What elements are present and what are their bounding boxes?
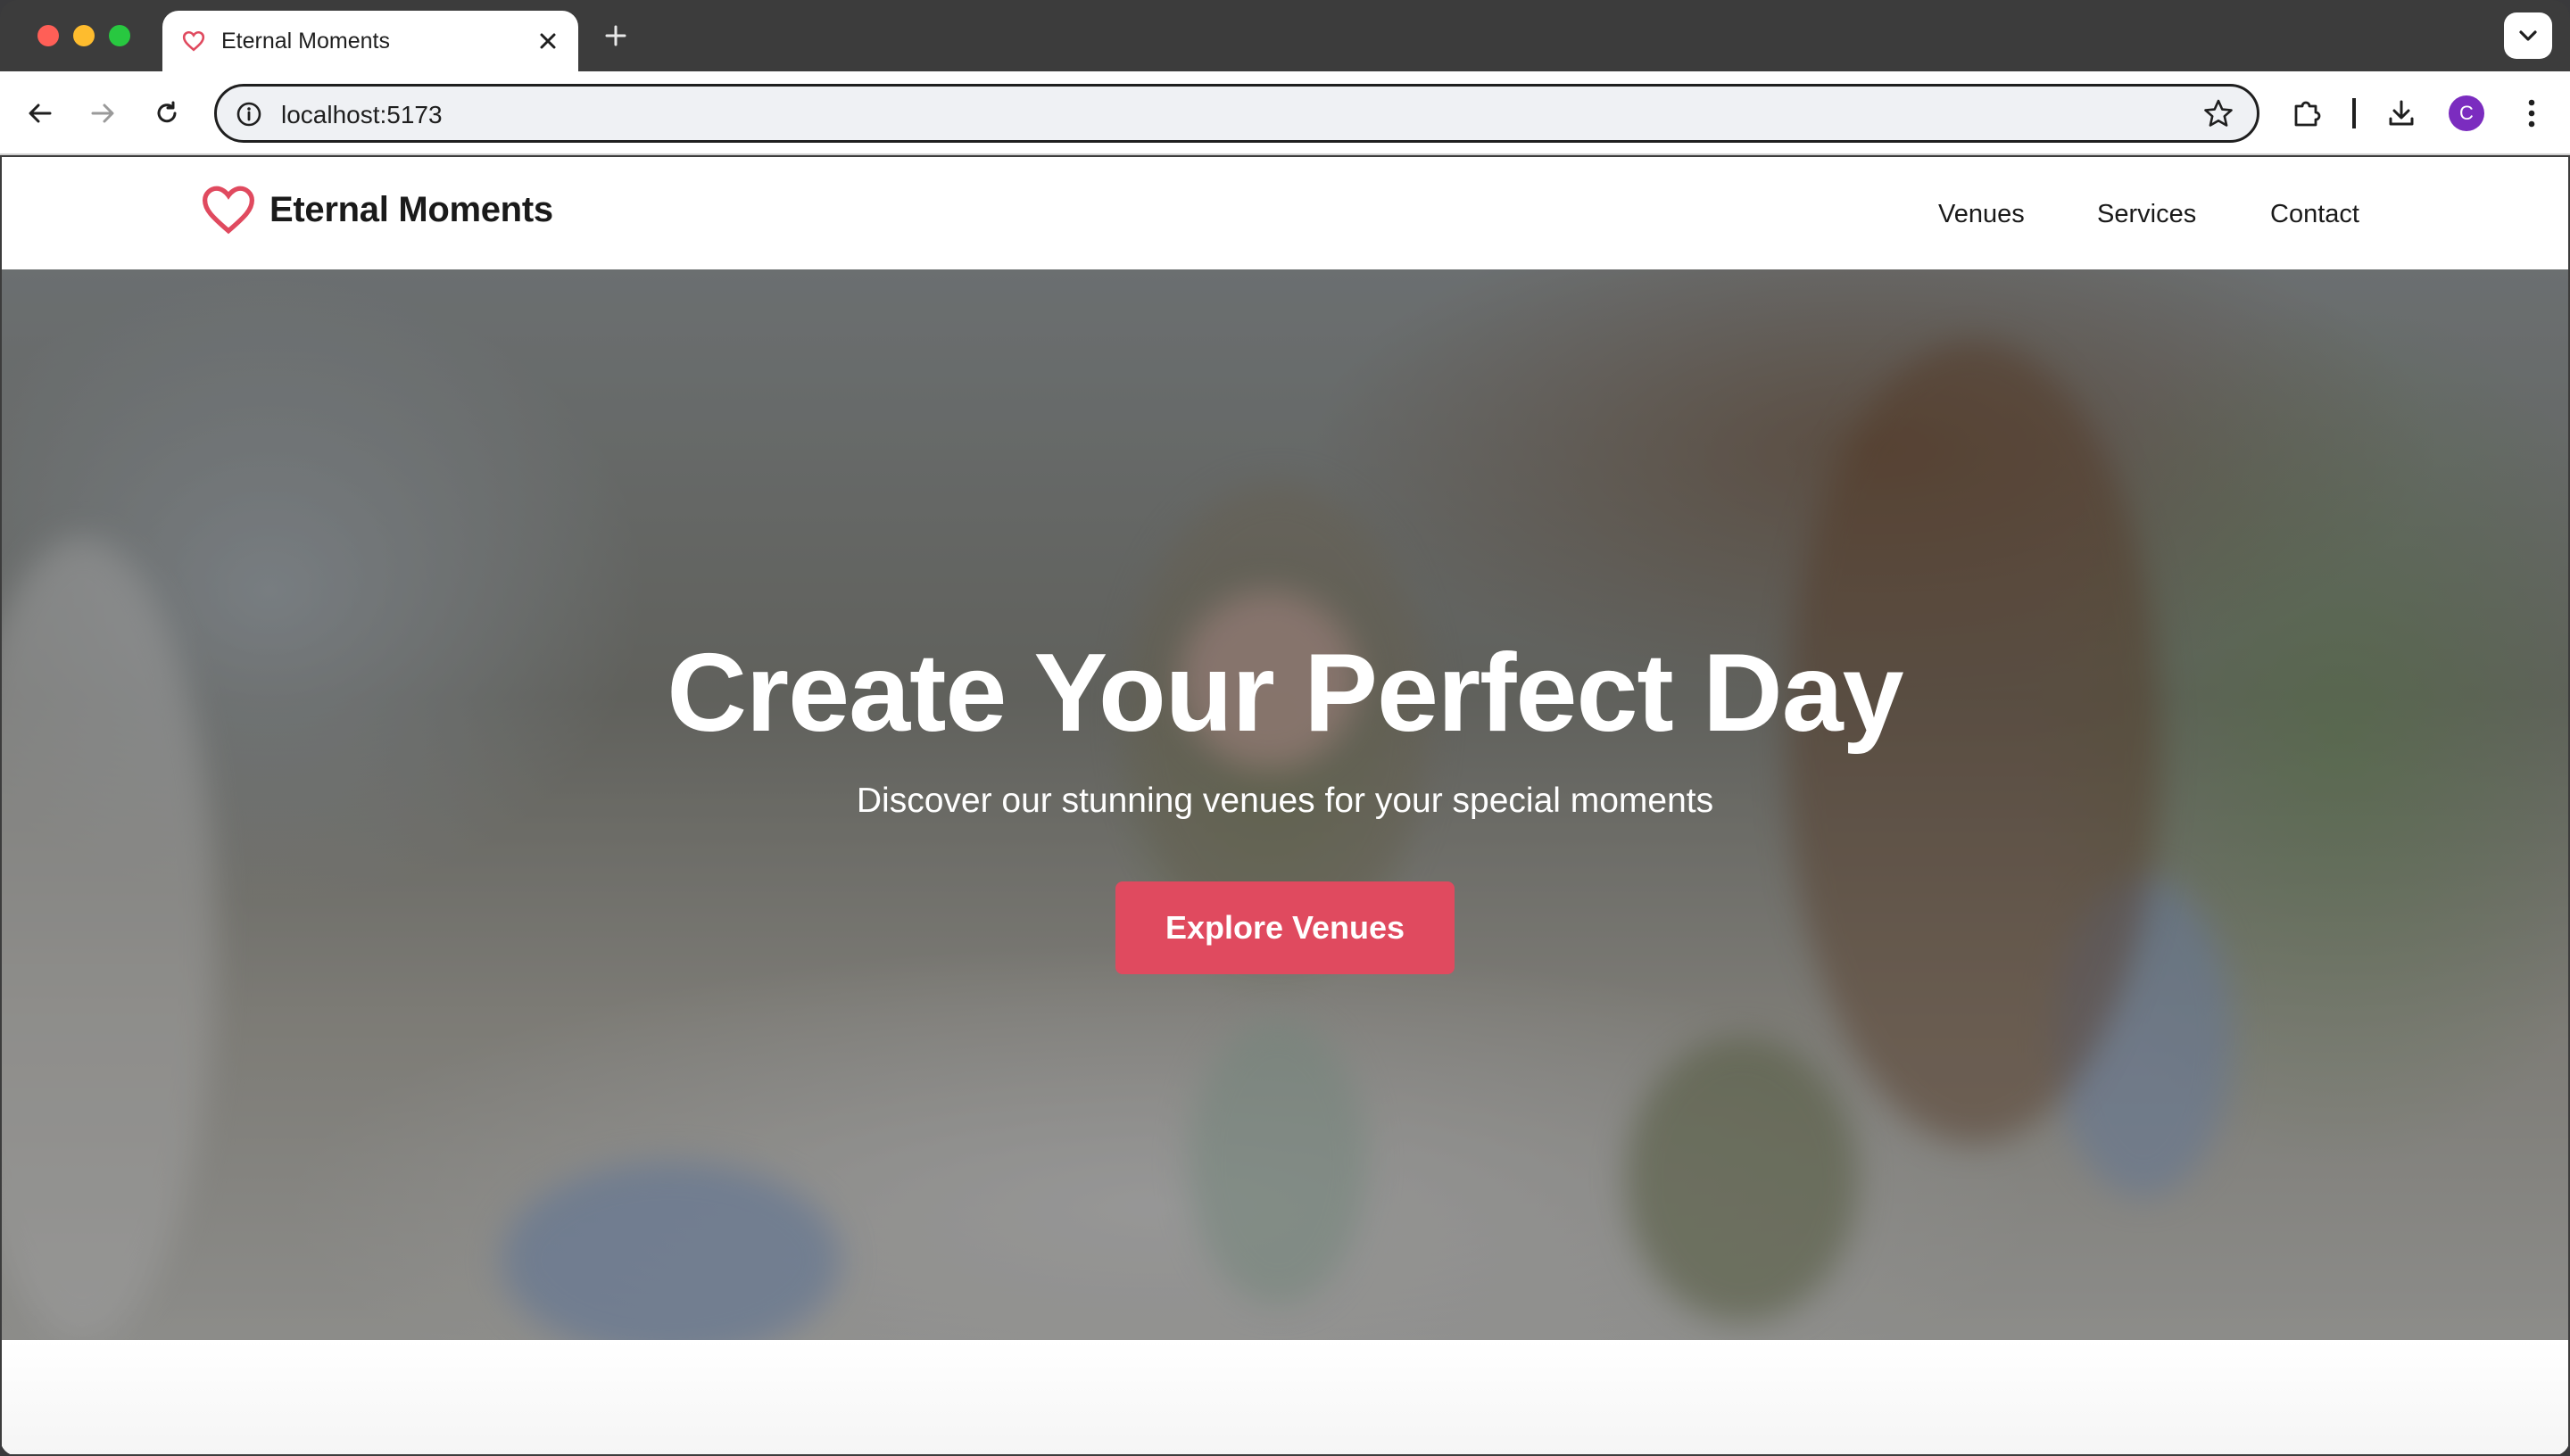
next-section: [2, 1340, 2568, 1454]
hero-title: Create Your Perfect Day: [667, 632, 1903, 755]
close-icon: [540, 33, 556, 49]
browser-window: Eternal Moments localhost:5173 C Eternal…: [0, 0, 2570, 1456]
more-vertical-icon: [2528, 99, 2535, 128]
arrow-left-icon: [29, 103, 52, 123]
toolbar-divider: [2352, 98, 2356, 128]
bookmark-star-icon[interactable]: [2201, 97, 2235, 131]
maximize-window-button[interactable]: [109, 25, 130, 46]
nav-link-contact[interactable]: Contact: [2270, 200, 2359, 229]
arrow-right-icon: [91, 103, 114, 123]
brand-logo[interactable]: Eternal Moments: [200, 184, 553, 236]
heart-icon: [182, 30, 205, 52]
page-viewport: Eternal Moments Venues Services Contact …: [2, 157, 2568, 1454]
tab-title: Eternal Moments: [221, 29, 390, 54]
browser-toolbar: localhost:5173 C: [0, 71, 2570, 155]
tab-strip: Eternal Moments: [0, 0, 2570, 71]
reload-icon: [157, 101, 177, 123]
reload-button[interactable]: [145, 91, 189, 136]
nav-link-venues[interactable]: Venues: [1938, 200, 2025, 229]
profile-avatar[interactable]: C: [2449, 95, 2484, 131]
url-text: localhost:5173: [281, 101, 443, 128]
puzzle-icon: [2294, 101, 2321, 127]
nav-link-services[interactable]: Services: [2097, 200, 2196, 229]
heart-icon: [202, 186, 255, 235]
brand-name: Eternal Moments: [269, 189, 553, 229]
extensions-button[interactable]: [2284, 91, 2329, 136]
explore-venues-button[interactable]: Explore Venues: [1115, 881, 1455, 974]
new-tab-button[interactable]: [596, 16, 635, 55]
tab-search-button[interactable]: [2504, 12, 2552, 59]
hero-section: Create Your Perfect Day Discover our stu…: [2, 269, 2568, 1340]
forward-button[interactable]: [80, 91, 125, 136]
back-button[interactable]: [18, 91, 62, 136]
chevron-down-icon: [2519, 30, 2537, 41]
site-header: Eternal Moments Venues Services Contact: [2, 157, 2568, 269]
close-tab-button[interactable]: [530, 23, 566, 59]
downloads-button[interactable]: [2379, 91, 2424, 136]
minimize-window-button[interactable]: [73, 25, 95, 46]
download-icon: [2389, 100, 2414, 126]
site-info-button[interactable]: [233, 98, 265, 130]
plus-icon: [605, 25, 626, 46]
active-tab[interactable]: Eternal Moments: [162, 11, 578, 71]
browser-menu-button[interactable]: [2509, 91, 2554, 136]
hero-subtitle: Discover our stunning venues for your sp…: [856, 782, 1714, 820]
address-bar[interactable]: localhost:5173: [214, 84, 2259, 143]
info-icon: [236, 102, 261, 127]
close-window-button[interactable]: [37, 25, 59, 46]
